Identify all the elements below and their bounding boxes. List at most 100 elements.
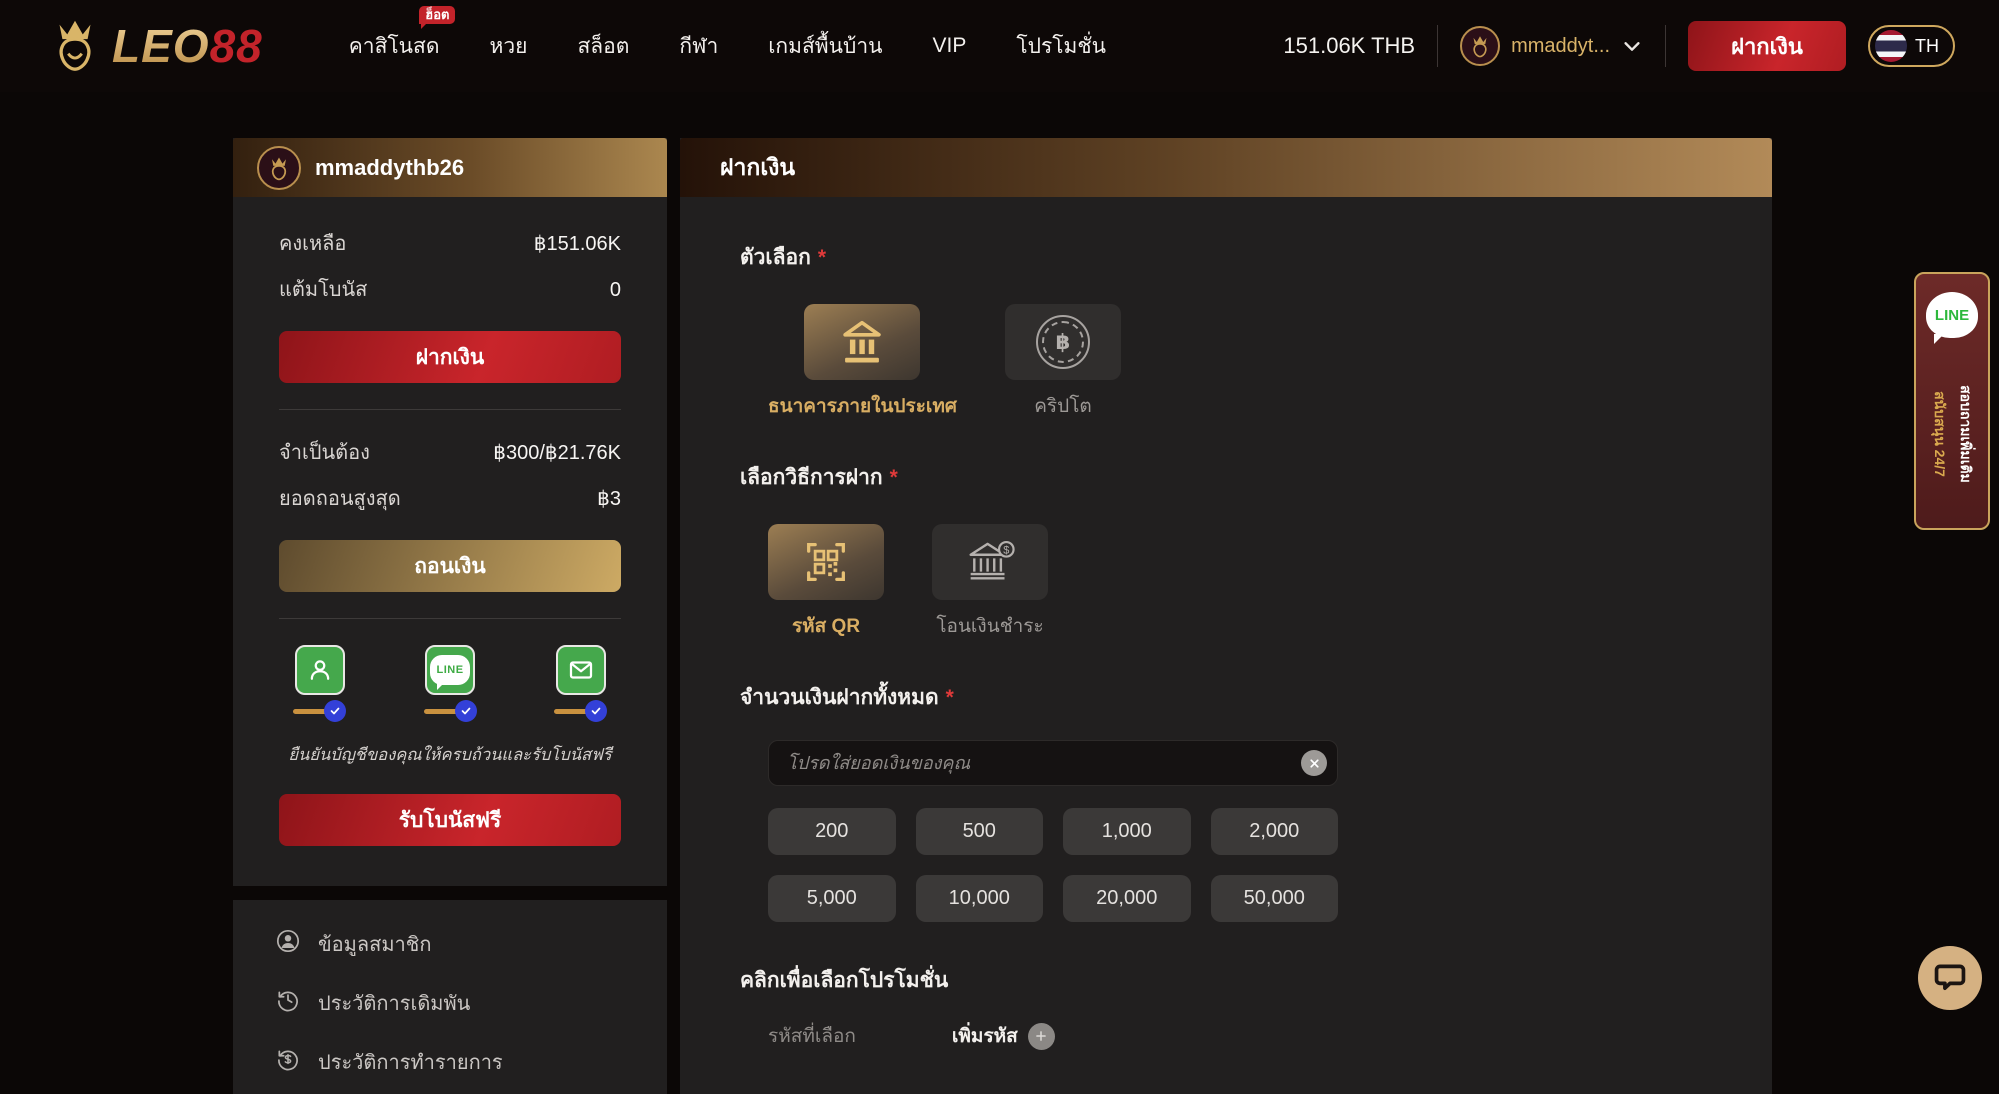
balance-value: ฿151.06K [534,231,621,256]
max-withdraw-row: ยอดถอนสูงสุด ฿3 [279,482,621,514]
amount-label: จำนวนเงินฝากทั้งหมด* [740,681,1712,714]
quick-amount-button[interactable]: 20,000 [1063,875,1191,922]
withdraw-button[interactable]: ถอนเงิน [279,540,621,592]
language-code: TH [1915,36,1939,57]
check-icon [324,700,346,722]
top-navbar: LEO88 คาสิโนสด ฮ็อต หวย สล็อต กีฬา เกมส์… [0,0,1999,92]
required-mark: * [946,686,954,709]
amount-input[interactable] [768,740,1338,786]
quick-amount-button[interactable]: 200 [768,808,896,855]
line-support-banner[interactable]: LINE สอบถามเพิ่มเติม สนับสนุน 24/7 [1914,272,1990,530]
menu-item-bet-history[interactable]: ประวัติการเดิมพัน [275,987,625,1019]
verify-identity[interactable] [293,645,346,722]
balance-row: คงเหลือ ฿151.06K [279,227,621,259]
page-title: ฝากเงิน [720,150,795,186]
navbar-deposit-button[interactable]: ฝากเงิน [1688,21,1846,71]
language-selector[interactable]: TH [1868,25,1955,67]
nav-item-live-casino[interactable]: คาสิโนสด ฮ็อต [349,30,440,63]
bank-transfer-icon: $ [932,524,1048,600]
plus-icon [1028,1023,1055,1050]
clear-amount-button[interactable] [1301,750,1327,776]
thai-flag-icon [1875,30,1907,62]
method-qr-code[interactable]: รหัส QR [768,524,884,641]
quick-amounts: 200 500 1,000 2,000 5,000 10,000 20,000 … [768,808,1338,922]
sidebar-deposit-button[interactable]: ฝากเงิน [279,331,621,383]
chevron-down-icon [1621,35,1643,57]
verify-caption: ยืนยันบัญชีของคุณให้ครบถ้วนและรับโบนัสฟร… [279,742,621,768]
avatar [1460,26,1500,66]
quick-amount-button[interactable]: 50,000 [1211,875,1339,922]
logo-text: LEO88 [112,19,263,73]
divider [279,618,621,619]
bet-history-icon [275,987,301,1019]
nav-item-vip[interactable]: VIP [932,34,966,58]
method-cards: รหัส QR $ โอนเงินชำระ [768,524,1712,641]
divider [279,409,621,410]
method-bank-transfer[interactable]: $ โอนเงินชำระ [932,524,1048,641]
promo-selected-label: รหัสที่เลือก [768,1021,856,1051]
email-icon [556,645,606,695]
option-cards: ธนาคารภายในประเทศ ฿ คริปโต [768,304,1712,421]
turnover-value: ฿300/฿21.76K [493,440,621,465]
turnover-row: จำเป็นต้อง ฿300/฿21.76K [279,436,621,468]
balance-amount: 151.06K THB [1283,33,1415,59]
divider [1665,25,1666,67]
quick-amount-button[interactable]: 1,000 [1063,808,1191,855]
profile-sidebar: mmaddythb26 คงเหลือ ฿151.06K แต้มโบนัส 0… [233,138,667,886]
transaction-history-icon [275,1046,301,1078]
deposit-panel: ฝากเงิน ตัวเลือก* ธนาคารภายในประเทศ [680,138,1772,1094]
promo-label: คลิกเพื่อเลือกโปรโมชั่น [740,964,1712,997]
main-nav: คาสิโนสด ฮ็อต หวย สล็อต กีฬา เกมส์พื้นบ้… [349,30,1106,63]
leo88-logo[interactable]: LEO88 [44,13,263,80]
deposit-panel-header: ฝากเงิน [680,138,1772,197]
amount-field [768,740,1338,786]
quick-amount-button[interactable]: 10,000 [916,875,1044,922]
free-bonus-button[interactable]: รับโบนัสฟรี [279,794,621,846]
method-label: เลือกวิธีการฝาก* [740,461,1712,494]
nav-item-folk-games[interactable]: เกมส์พื้นบ้าน [768,30,882,63]
username-label: mmaddyt... [1511,35,1610,58]
menu-item-member-info[interactable]: ข้อมูลสมาชิก [275,928,625,960]
bitcoin-icon: ฿ [1005,304,1121,380]
quick-amount-button[interactable]: 2,000 [1211,808,1339,855]
nav-item-lottery[interactable]: หวย [489,30,527,63]
menu-item-transaction-history[interactable]: ประวัติการทำรายการ [275,1046,625,1078]
option-local-bank[interactable]: ธนาคารภายในประเทศ [768,304,957,421]
avatar [257,146,301,190]
chat-bubble-icon [1933,960,1967,997]
leo88-lion-icon [44,13,106,80]
profile-header: mmaddythb26 [233,138,667,197]
bank-icon [804,304,920,380]
bonus-points-value: 0 [610,279,621,302]
member-icon [275,928,301,960]
quick-amount-button[interactable]: 5,000 [768,875,896,922]
required-mark: * [890,466,898,489]
check-icon [585,700,607,722]
line-banner-text: สอบถามเพิ่มเติม สนับสนุน 24/7 [1928,344,1976,524]
bonus-points-row: แต้มโบนัส 0 [279,273,621,305]
verification-row: LINE [279,645,621,722]
option-crypto[interactable]: ฿ คริปโต [1005,304,1121,421]
divider [1437,25,1438,67]
user-menu[interactable]: mmaddyt... [1460,26,1643,66]
line-icon: LINE [425,645,475,695]
live-chat-button[interactable] [1918,946,1982,1010]
check-icon [455,700,477,722]
id-card-icon [295,645,345,695]
option-label: ตัวเลือก* [740,241,1712,274]
verify-line[interactable]: LINE [424,645,477,722]
account-menu: ข้อมูลสมาชิก ประวัติการเดิมพัน ประวัติกา… [233,900,667,1094]
navbar-right: 151.06K THB mmaddyt... ฝากเงิน TH [1283,21,1955,71]
qr-code-icon [768,524,884,600]
nav-item-slots[interactable]: สล็อต [577,30,629,63]
promo-row: รหัสที่เลือก เพิ่มรหัส [768,1021,1712,1051]
quick-amount-button[interactable]: 500 [916,808,1044,855]
verify-email[interactable] [554,645,607,722]
nav-item-sports[interactable]: กีฬา [679,30,718,63]
max-withdraw-value: ฿3 [597,486,621,511]
svg-text:$: $ [1003,545,1009,557]
hot-badge: ฮ็อต [419,6,455,24]
nav-item-promotions[interactable]: โปรโมชั่น [1016,30,1106,63]
add-promo-code[interactable]: เพิ่มรหัส [952,1021,1055,1051]
profile-username: mmaddythb26 [315,155,464,181]
